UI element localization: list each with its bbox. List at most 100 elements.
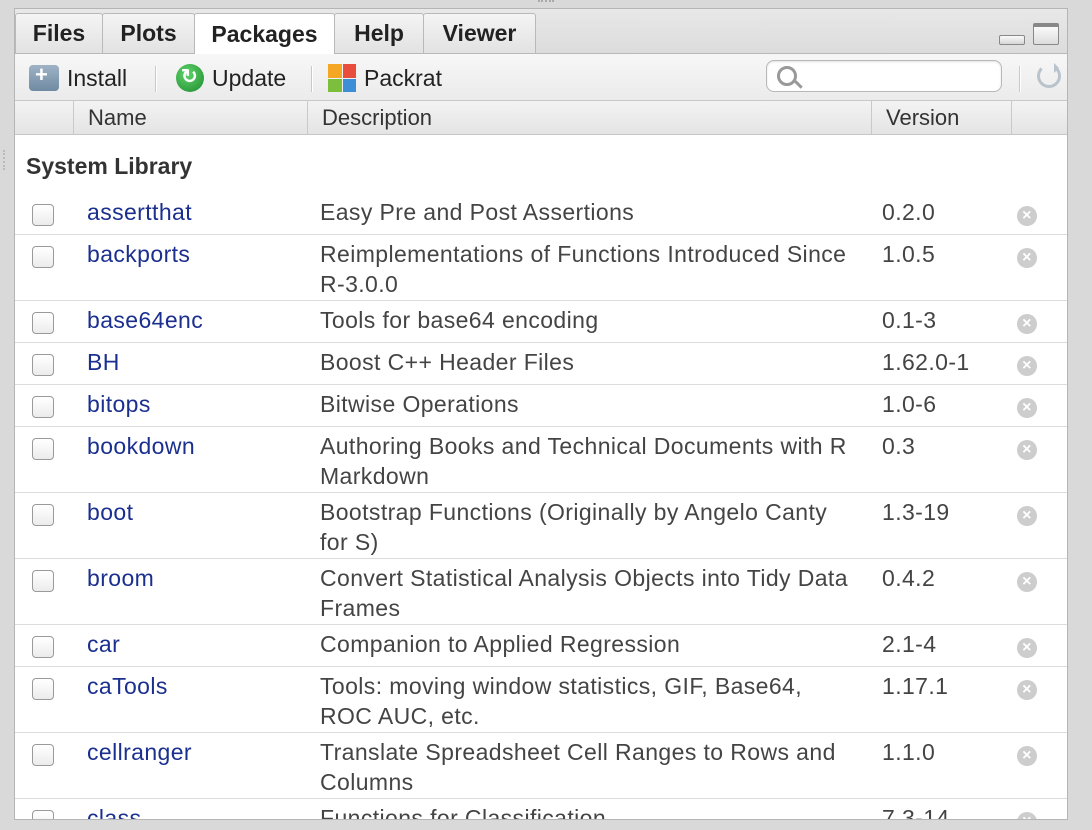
remove-package-icon[interactable]: × xyxy=(1017,314,1037,334)
table-row: class Functions for Classification 7.3-14 × xyxy=(15,799,1067,820)
package-description: Bitwise Operations xyxy=(320,391,519,417)
package-load-checkbox[interactable] xyxy=(32,810,54,819)
table-row: caTools Tools: moving window statistics, … xyxy=(15,667,1067,733)
remove-package-icon[interactable]: × xyxy=(1017,440,1037,460)
package-load-checkbox[interactable] xyxy=(32,354,54,376)
remove-package-icon[interactable]: × xyxy=(1017,206,1037,226)
toolbar-divider xyxy=(1019,66,1021,92)
package-load-checkbox[interactable] xyxy=(32,312,54,334)
remove-package-icon[interactable]: × xyxy=(1017,638,1037,658)
install-package-icon xyxy=(29,62,59,91)
package-version: 0.1-3 xyxy=(882,307,937,333)
update-button[interactable]: Update xyxy=(176,62,286,94)
minimize-pane-button[interactable] xyxy=(999,35,1025,45)
packrat-label: Packrat xyxy=(364,64,442,91)
remove-package-icon[interactable]: × xyxy=(1017,398,1037,418)
package-version: 1.62.0-1 xyxy=(882,349,970,375)
package-name-link[interactable]: bitops xyxy=(87,389,151,419)
tab-viewer[interactable]: Viewer xyxy=(423,13,536,53)
pane-splitter-handle[interactable] xyxy=(538,0,554,6)
remove-package-icon[interactable]: × xyxy=(1017,572,1037,592)
search-icon xyxy=(777,66,797,86)
package-version: 1.17.1 xyxy=(882,673,949,699)
package-load-checkbox[interactable] xyxy=(32,204,54,226)
toolbar-divider xyxy=(155,66,157,92)
packrat-button[interactable]: Packrat xyxy=(328,62,442,94)
package-name-link[interactable]: boot xyxy=(87,497,133,527)
package-name-link[interactable]: car xyxy=(87,629,120,659)
tab-help[interactable]: Help xyxy=(334,13,424,53)
install-button[interactable]: Install xyxy=(29,62,127,94)
package-load-checkbox[interactable] xyxy=(32,744,54,766)
remove-package-icon[interactable]: × xyxy=(1017,356,1037,376)
tab-plots[interactable]: Plots xyxy=(102,13,195,53)
package-description: Easy Pre and Post Assertions xyxy=(320,199,635,225)
package-description: Boost C++ Header Files xyxy=(320,349,575,375)
package-description: Authoring Books and Technical Documents … xyxy=(320,433,847,489)
packages-pane: Files Plots Packages Help Viewer Install… xyxy=(14,8,1068,820)
install-label: Install xyxy=(67,64,128,91)
table-row: bookdown Authoring Books and Technical Do… xyxy=(15,427,1067,493)
table-header: Name Description Version xyxy=(15,101,1067,135)
package-name-link[interactable]: broom xyxy=(87,563,154,593)
package-load-checkbox[interactable] xyxy=(32,678,54,700)
maximize-pane-button[interactable] xyxy=(1033,23,1059,45)
remove-package-icon[interactable]: × xyxy=(1017,812,1037,819)
package-version: 1.0-6 xyxy=(882,391,937,417)
package-load-checkbox[interactable] xyxy=(32,636,54,658)
header-remove-column xyxy=(1011,101,1067,134)
package-load-checkbox[interactable] xyxy=(32,570,54,592)
tab-packages[interactable]: Packages xyxy=(194,13,335,54)
packages-toolbar: Install Update Packrat xyxy=(15,54,1067,101)
package-list: assertthat Easy Pre and Post Assertions 0.… xyxy=(15,193,1067,820)
header-checkbox-column xyxy=(15,101,73,134)
table-row: backports Reimplementations of Functions … xyxy=(15,235,1067,301)
package-name-link[interactable]: caTools xyxy=(87,671,168,701)
table-row: base64enc Tools for base64 encoding 0.1-3 × xyxy=(15,301,1067,343)
table-row: assertthat Easy Pre and Post Assertions 0.… xyxy=(15,193,1067,235)
package-load-checkbox[interactable] xyxy=(32,246,54,268)
package-version: 0.3 xyxy=(882,433,916,459)
remove-package-icon[interactable]: × xyxy=(1017,746,1037,766)
table-row: broom Convert Statistical Analysis Object… xyxy=(15,559,1067,625)
tab-files[interactable]: Files xyxy=(15,13,103,53)
package-load-checkbox[interactable] xyxy=(32,396,54,418)
table-row: car Companion to Applied Regression 2.1-4 × xyxy=(15,625,1067,667)
toolbar-divider xyxy=(311,66,313,92)
package-version: 7.3-14 xyxy=(882,805,950,820)
package-name-link[interactable]: bookdown xyxy=(87,431,195,461)
package-description: Convert Statistical Analysis Objects int… xyxy=(320,565,848,621)
packrat-icon xyxy=(328,64,356,92)
package-load-checkbox[interactable] xyxy=(32,438,54,460)
remove-package-icon[interactable]: × xyxy=(1017,506,1037,526)
remove-package-icon[interactable]: × xyxy=(1017,680,1037,700)
package-search-box[interactable] xyxy=(766,60,1002,92)
package-name-link[interactable]: class xyxy=(87,803,141,819)
remove-package-icon[interactable]: × xyxy=(1017,248,1037,268)
column-header-description[interactable]: Description xyxy=(307,101,871,134)
package-version: 0.2.0 xyxy=(882,199,936,225)
table-row: BH Boost C++ Header Files 1.62.0-1 × xyxy=(15,343,1067,385)
package-description: Bootstrap Functions (Originally by Angel… xyxy=(320,499,828,555)
package-description: Reimplementations of Functions Introduce… xyxy=(320,241,847,297)
package-description: Tools for base64 encoding xyxy=(320,307,599,333)
column-header-version[interactable]: Version xyxy=(871,101,1011,134)
table-row: cellranger Translate Spreadsheet Cell Ran… xyxy=(15,733,1067,799)
package-name-link[interactable]: backports xyxy=(87,239,190,269)
vertical-splitter-handle[interactable] xyxy=(3,150,9,170)
package-search-input[interactable] xyxy=(807,65,997,89)
package-description: Translate Spreadsheet Cell Ranges to Row… xyxy=(320,739,836,795)
package-version: 2.1-4 xyxy=(882,631,937,657)
package-load-checkbox[interactable] xyxy=(32,504,54,526)
package-name-link[interactable]: base64enc xyxy=(87,305,203,335)
package-name-link[interactable]: cellranger xyxy=(87,737,192,767)
package-name-link[interactable]: assertthat xyxy=(87,197,192,227)
column-header-name[interactable]: Name xyxy=(73,101,307,134)
refresh-package-list-icon[interactable] xyxy=(1037,63,1061,88)
package-description: Tools: moving window statistics, GIF, Ba… xyxy=(320,673,803,729)
package-name-link[interactable]: BH xyxy=(87,347,120,377)
update-refresh-icon xyxy=(176,64,204,92)
tab-bar: Files Plots Packages Help Viewer xyxy=(15,9,1067,54)
package-version: 1.3-19 xyxy=(882,499,950,525)
package-version: 0.4.2 xyxy=(882,565,936,591)
